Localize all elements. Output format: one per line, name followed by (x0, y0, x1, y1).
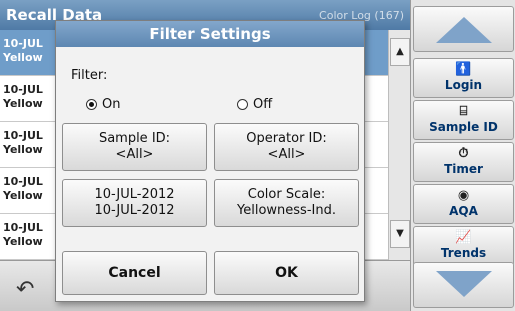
filter-on-radio[interactable]: On (86, 97, 120, 112)
filter-off-radio[interactable]: Off (237, 97, 272, 112)
date-range-filter-button[interactable]: 10-JUL-2012 10-JUL-2012 (62, 179, 207, 227)
radio-selected-icon (86, 99, 97, 110)
timer-label: Timer (444, 162, 483, 176)
filter-settings-dialog: Filter Settings Filter: On Off Sample ID… (55, 20, 365, 302)
aqa-button[interactable]: ◉ AQA (413, 184, 514, 224)
scroll-down-icon[interactable]: ▼ (390, 220, 410, 248)
dialog-title: Filter Settings (56, 21, 364, 47)
down-arrow-icon (436, 271, 492, 297)
timer-button[interactable]: ⏱ Timer (413, 142, 514, 182)
color-scale-filter-button[interactable]: Color Scale: Yellowness-Ind. (214, 179, 359, 227)
sample-vial-icon: ⌸ (459, 104, 468, 119)
aqa-label: AQA (449, 204, 478, 218)
cancel-button[interactable]: Cancel (62, 251, 207, 295)
list-scrollbar[interactable]: ▲ ▼ (388, 30, 410, 260)
filter-on-label: On (102, 97, 121, 112)
screen: Recall Data Color Log (167) 10-JUL Yello… (0, 0, 515, 311)
timer-icon: ⏱ (458, 146, 469, 161)
sample-id-button[interactable]: ⌸ Sample ID (413, 100, 514, 140)
scroll-down-button[interactable] (413, 262, 514, 308)
login-button[interactable]: 🚹 Login (413, 58, 514, 98)
sample-id-filter-button[interactable]: Sample ID: <All> (62, 123, 207, 171)
aqa-icon: ◉ (457, 188, 470, 203)
operator-id-filter-button[interactable]: Operator ID: <All> (214, 123, 359, 171)
filter-label: Filter: (71, 68, 108, 83)
ok-button[interactable]: OK (214, 251, 359, 295)
radio-unselected-icon (237, 99, 248, 110)
sample-id-label: Sample ID (429, 120, 498, 134)
scroll-up-button[interactable] (413, 6, 514, 52)
trends-button[interactable]: 📈 Trends (413, 226, 514, 266)
filter-off-label: Off (253, 97, 273, 112)
person-icon: 🚹 (455, 62, 472, 77)
trend-chart-icon: 📈 (455, 230, 472, 245)
trends-label: Trends (440, 246, 487, 260)
scroll-up-icon[interactable]: ▲ (390, 38, 410, 66)
login-label: Login (444, 78, 483, 92)
back-arrow-icon[interactable]: ↶ (16, 277, 34, 302)
up-arrow-icon (436, 17, 492, 43)
sidebar: 🚹 Login ⌸ Sample ID ⏱ Timer ◉ AQA 📈 Tren… (410, 0, 515, 311)
